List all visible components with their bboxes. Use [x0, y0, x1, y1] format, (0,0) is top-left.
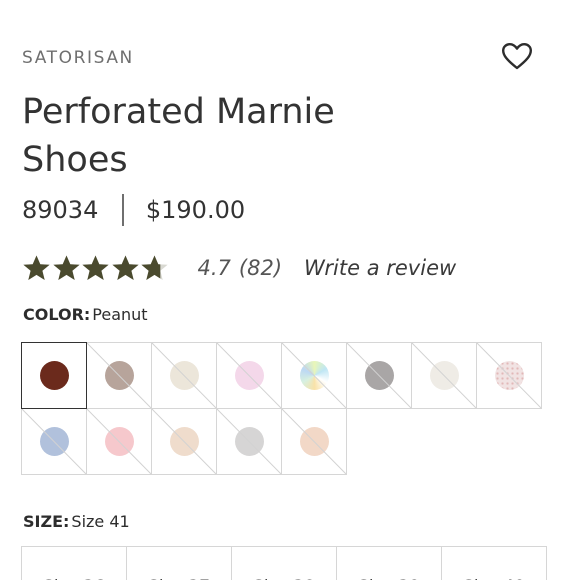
color-swatch[interactable]	[216, 342, 282, 409]
color-label-row: COLOR: Peanut	[23, 305, 148, 324]
color-swatch[interactable]	[86, 408, 152, 475]
size-option[interactable]: Size 36	[21, 546, 127, 580]
color-swatch[interactable]	[346, 342, 412, 409]
color-swatch-selected[interactable]	[21, 342, 87, 409]
rating-row: 4.7 (82) Write a review	[22, 252, 456, 284]
color-swatch[interactable]	[151, 408, 217, 475]
unavailable-slash-icon	[87, 409, 151, 474]
star-icon	[52, 255, 80, 280]
rating-value: 4.7	[197, 256, 231, 280]
unavailable-slash-icon	[152, 343, 216, 408]
star-icon	[23, 255, 50, 280]
color-swatch[interactable]	[411, 342, 477, 409]
product-price: $190.00	[145, 196, 246, 224]
swatch-color-dot	[39, 361, 69, 390]
unavailable-slash-icon	[282, 343, 346, 408]
unavailable-slash-icon	[347, 343, 411, 408]
star-icon	[111, 255, 139, 280]
product-sku: 89034	[22, 196, 99, 224]
unavailable-slash-icon	[22, 409, 86, 474]
color-swatch[interactable]	[216, 408, 282, 475]
brand-name: SATORISAN	[22, 48, 134, 68]
color-swatch[interactable]	[21, 408, 87, 475]
unavailable-slash-icon	[477, 343, 541, 408]
size-option[interactable]: Size 37	[126, 546, 232, 580]
unavailable-slash-icon	[152, 409, 216, 474]
size-label-row: SIZE: Size 41	[23, 512, 130, 531]
color-swatch[interactable]	[86, 342, 152, 409]
size-options: Size 36Size 37Size 38Size 39Size 40	[21, 546, 553, 580]
rating-summary: 4.7 (82)	[198, 256, 283, 280]
color-swatch[interactable]	[281, 342, 347, 409]
size-selected-value: Size 41	[71, 512, 130, 531]
heart-icon[interactable]	[501, 42, 533, 70]
color-swatch[interactable]	[151, 342, 217, 409]
unavailable-slash-icon	[87, 343, 151, 408]
unavailable-slash-icon	[282, 409, 346, 474]
unavailable-slash-icon	[217, 409, 281, 474]
color-label: COLOR:	[23, 305, 91, 324]
size-label: SIZE:	[23, 512, 70, 531]
size-option[interactable]: Size 39	[336, 546, 442, 580]
star-icon	[141, 255, 168, 280]
color-swatch[interactable]	[281, 408, 347, 475]
unavailable-slash-icon	[217, 343, 281, 408]
rating-count: (82)	[238, 256, 283, 280]
color-swatch-grid	[21, 342, 553, 475]
color-selected-value: Peanut	[92, 305, 148, 324]
product-title: Perforated Marnie Shoes	[22, 92, 335, 180]
star-icon	[82, 255, 109, 280]
unavailable-slash-icon	[412, 343, 476, 408]
divider	[122, 194, 124, 226]
write-review-link[interactable]: Write a review	[304, 256, 456, 280]
size-option[interactable]: Size 38	[231, 546, 337, 580]
color-swatch[interactable]	[476, 342, 542, 409]
size-option[interactable]: Size 40	[441, 546, 547, 580]
sku-price-row: 89034 $190.00	[22, 193, 245, 227]
rating-stars[interactable]	[22, 254, 170, 282]
